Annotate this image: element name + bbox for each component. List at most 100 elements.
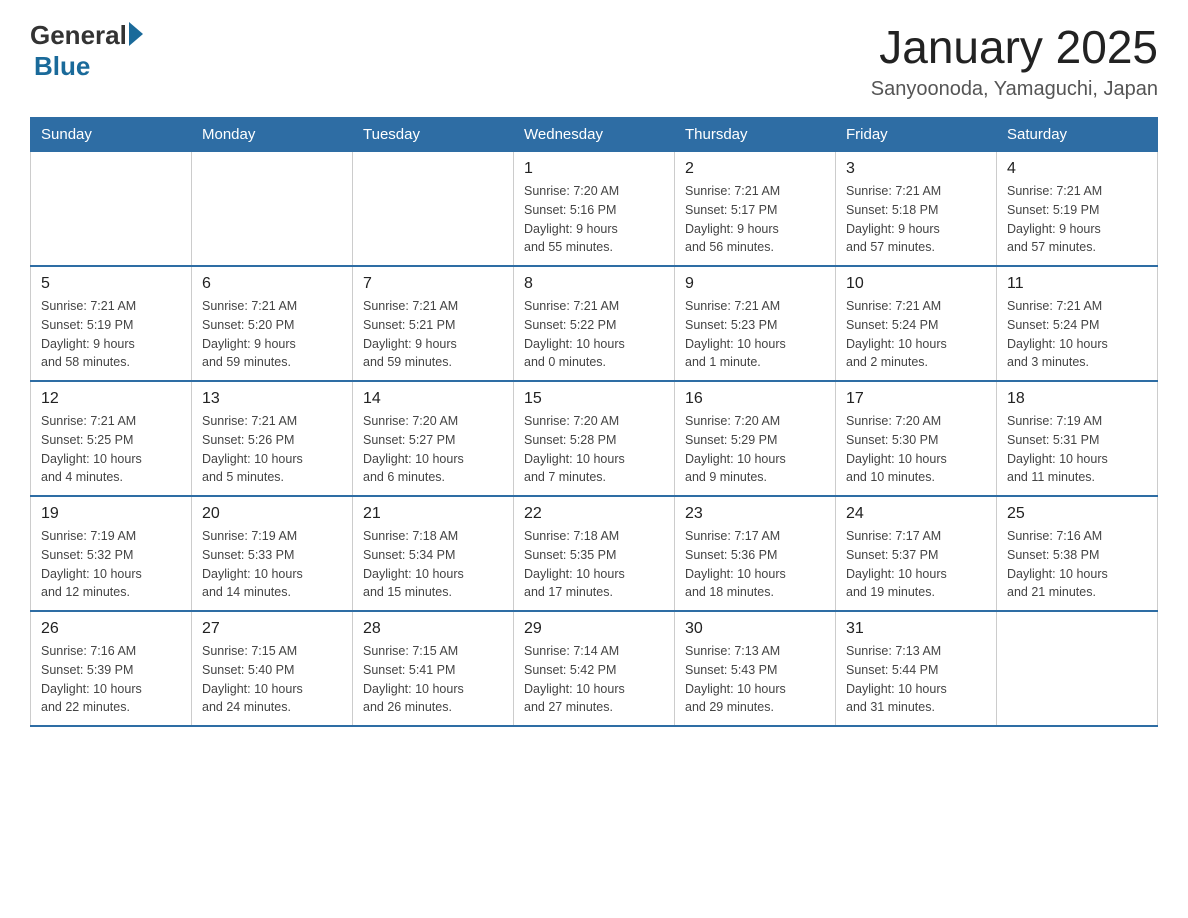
calendar-cell: 29 Sunrise: 7:14 AMSunset: 5:42 PMDayligh… (514, 611, 675, 726)
day-number: 5 (41, 275, 181, 293)
calendar-cell: 12 Sunrise: 7:21 AMSunset: 5:25 PMDayligh… (31, 381, 192, 496)
day-info: Sunrise: 7:21 AMSunset: 5:24 PMDaylight:… (1007, 297, 1147, 372)
day-info: Sunrise: 7:17 AMSunset: 5:36 PMDaylight:… (685, 527, 825, 602)
day-number: 15 (524, 390, 664, 408)
day-info: Sunrise: 7:17 AMSunset: 5:37 PMDaylight:… (846, 527, 986, 602)
calendar-week-row: 12 Sunrise: 7:21 AMSunset: 5:25 PMDayligh… (31, 381, 1158, 496)
calendar-cell: 30 Sunrise: 7:13 AMSunset: 5:43 PMDayligh… (675, 611, 836, 726)
calendar-cell: 7 Sunrise: 7:21 AMSunset: 5:21 PMDaylight… (353, 266, 514, 381)
day-info: Sunrise: 7:21 AMSunset: 5:19 PMDaylight:… (41, 297, 181, 372)
day-number: 26 (41, 620, 181, 638)
day-info: Sunrise: 7:21 AMSunset: 5:25 PMDaylight:… (41, 412, 181, 487)
day-info: Sunrise: 7:20 AMSunset: 5:16 PMDaylight:… (524, 182, 664, 257)
calendar-cell: 15 Sunrise: 7:20 AMSunset: 5:28 PMDayligh… (514, 381, 675, 496)
calendar-cell: 20Sunrise: 7:19 AMSunset: 5:33 PMDayligh… (192, 496, 353, 611)
logo-blue-text: Blue (34, 51, 90, 82)
calendar-header-row: SundayMondayTuesdayWednesdayThursdayFrid… (31, 118, 1158, 152)
day-number: 29 (524, 620, 664, 638)
day-of-week-header: Tuesday (353, 118, 514, 152)
day-info: Sunrise: 7:16 AMSunset: 5:39 PMDaylight:… (41, 642, 181, 717)
calendar-cell: 6 Sunrise: 7:21 AMSunset: 5:20 PMDaylight… (192, 266, 353, 381)
calendar-cell: 28 Sunrise: 7:15 AMSunset: 5:41 PMDayligh… (353, 611, 514, 726)
day-info: Sunrise: 7:18 AMSunset: 5:35 PMDaylight:… (524, 527, 664, 602)
day-info: Sunrise: 7:21 AMSunset: 5:18 PMDaylight:… (846, 182, 986, 257)
day-of-week-header: Thursday (675, 118, 836, 152)
day-number: 7 (363, 275, 503, 293)
day-of-week-header: Sunday (31, 118, 192, 152)
calendar-cell: 14 Sunrise: 7:20 AMSunset: 5:27 PMDayligh… (353, 381, 514, 496)
day-number: 10 (846, 275, 986, 293)
day-info: Sunrise: 7:20 AMSunset: 5:28 PMDaylight:… (524, 412, 664, 487)
day-number: 18 (1007, 390, 1147, 408)
calendar-cell: 18 Sunrise: 7:19 AMSunset: 5:31 PMDayligh… (997, 381, 1158, 496)
day-info: Sunrise: 7:21 AMSunset: 5:20 PMDaylight:… (202, 297, 342, 372)
logo-general-text: General (30, 20, 127, 51)
day-info: Sunrise: 7:15 AMSunset: 5:41 PMDaylight:… (363, 642, 503, 717)
calendar-week-row: 26 Sunrise: 7:16 AMSunset: 5:39 PMDayligh… (31, 611, 1158, 726)
calendar-table: SundayMondayTuesdayWednesdayThursdayFrid… (30, 117, 1158, 727)
day-number: 16 (685, 390, 825, 408)
month-title: January 2025 (871, 20, 1158, 74)
calendar-cell: 4 Sunrise: 7:21 AMSunset: 5:19 PMDaylight… (997, 152, 1158, 267)
day-info: Sunrise: 7:14 AMSunset: 5:42 PMDaylight:… (524, 642, 664, 717)
day-info: Sunrise: 7:18 AMSunset: 5:34 PMDaylight:… (363, 527, 503, 602)
day-info: Sunrise: 7:21 AMSunset: 5:21 PMDaylight:… (363, 297, 503, 372)
day-number: 4 (1007, 160, 1147, 178)
calendar-cell: 16 Sunrise: 7:20 AMSunset: 5:29 PMDayligh… (675, 381, 836, 496)
calendar-cell: 3 Sunrise: 7:21 AMSunset: 5:18 PMDaylight… (836, 152, 997, 267)
day-info: Sunrise: 7:20 AMSunset: 5:27 PMDaylight:… (363, 412, 503, 487)
calendar-cell: 8 Sunrise: 7:21 AMSunset: 5:22 PMDaylight… (514, 266, 675, 381)
day-info: Sunrise: 7:21 AMSunset: 5:22 PMDaylight:… (524, 297, 664, 372)
day-number: 21 (363, 505, 503, 523)
day-number: 28 (363, 620, 503, 638)
day-number: 31 (846, 620, 986, 638)
day-info: Sunrise: 7:13 AMSunset: 5:44 PMDaylight:… (846, 642, 986, 717)
calendar-week-row: 1Sunrise: 7:20 AMSunset: 5:16 PMDaylight… (31, 152, 1158, 267)
day-number: 27 (202, 620, 342, 638)
day-info: Sunrise: 7:21 AMSunset: 5:23 PMDaylight:… (685, 297, 825, 372)
page-header: General Blue January 2025 Sanyoonoda, Ya… (30, 20, 1158, 101)
calendar-cell: 9 Sunrise: 7:21 AMSunset: 5:23 PMDaylight… (675, 266, 836, 381)
calendar-cell (31, 152, 192, 267)
calendar-cell: 26 Sunrise: 7:16 AMSunset: 5:39 PMDayligh… (31, 611, 192, 726)
calendar-cell: 31 Sunrise: 7:13 AMSunset: 5:44 PMDayligh… (836, 611, 997, 726)
calendar-cell: 21 Sunrise: 7:18 AMSunset: 5:34 PMDayligh… (353, 496, 514, 611)
day-info: Sunrise: 7:19 AMSunset: 5:32 PMDaylight:… (41, 527, 181, 602)
day-info: Sunrise: 7:19 AMSunset: 5:33 PMDaylight:… (202, 527, 342, 602)
day-number: 8 (524, 275, 664, 293)
day-info: Sunrise: 7:21 AMSunset: 5:24 PMDaylight:… (846, 297, 986, 372)
calendar-cell: 19Sunrise: 7:19 AMSunset: 5:32 PMDayligh… (31, 496, 192, 611)
calendar-cell (353, 152, 514, 267)
day-info: Sunrise: 7:20 AMSunset: 5:30 PMDaylight:… (846, 412, 986, 487)
day-info: Sunrise: 7:20 AMSunset: 5:29 PMDaylight:… (685, 412, 825, 487)
day-info: Sunrise: 7:13 AMSunset: 5:43 PMDaylight:… (685, 642, 825, 717)
day-number: 13 (202, 390, 342, 408)
calendar-cell: 24 Sunrise: 7:17 AMSunset: 5:37 PMDayligh… (836, 496, 997, 611)
day-info: Sunrise: 7:15 AMSunset: 5:40 PMDaylight:… (202, 642, 342, 717)
calendar-cell: 1Sunrise: 7:20 AMSunset: 5:16 PMDaylight… (514, 152, 675, 267)
day-number: 11 (1007, 275, 1147, 293)
day-of-week-header: Friday (836, 118, 997, 152)
day-info: Sunrise: 7:21 AMSunset: 5:19 PMDaylight:… (1007, 182, 1147, 257)
calendar-week-row: 5 Sunrise: 7:21 AMSunset: 5:19 PMDaylight… (31, 266, 1158, 381)
calendar-cell: 23Sunrise: 7:17 AMSunset: 5:36 PMDayligh… (675, 496, 836, 611)
day-number: 3 (846, 160, 986, 178)
calendar-cell: 11 Sunrise: 7:21 AMSunset: 5:24 PMDayligh… (997, 266, 1158, 381)
day-number: 24 (846, 505, 986, 523)
day-of-week-header: Saturday (997, 118, 1158, 152)
day-of-week-header: Monday (192, 118, 353, 152)
day-number: 14 (363, 390, 503, 408)
day-number: 17 (846, 390, 986, 408)
calendar-cell: 25Sunrise: 7:16 AMSunset: 5:38 PMDayligh… (997, 496, 1158, 611)
day-number: 6 (202, 275, 342, 293)
day-info: Sunrise: 7:19 AMSunset: 5:31 PMDaylight:… (1007, 412, 1147, 487)
logo-arrow-icon (129, 22, 143, 46)
logo: General Blue (30, 20, 143, 82)
day-info: Sunrise: 7:16 AMSunset: 5:38 PMDaylight:… (1007, 527, 1147, 602)
day-number: 12 (41, 390, 181, 408)
day-number: 9 (685, 275, 825, 293)
day-number: 30 (685, 620, 825, 638)
calendar-cell: 17 Sunrise: 7:20 AMSunset: 5:30 PMDayligh… (836, 381, 997, 496)
calendar-cell: 22Sunrise: 7:18 AMSunset: 5:35 PMDayligh… (514, 496, 675, 611)
calendar-cell (192, 152, 353, 267)
